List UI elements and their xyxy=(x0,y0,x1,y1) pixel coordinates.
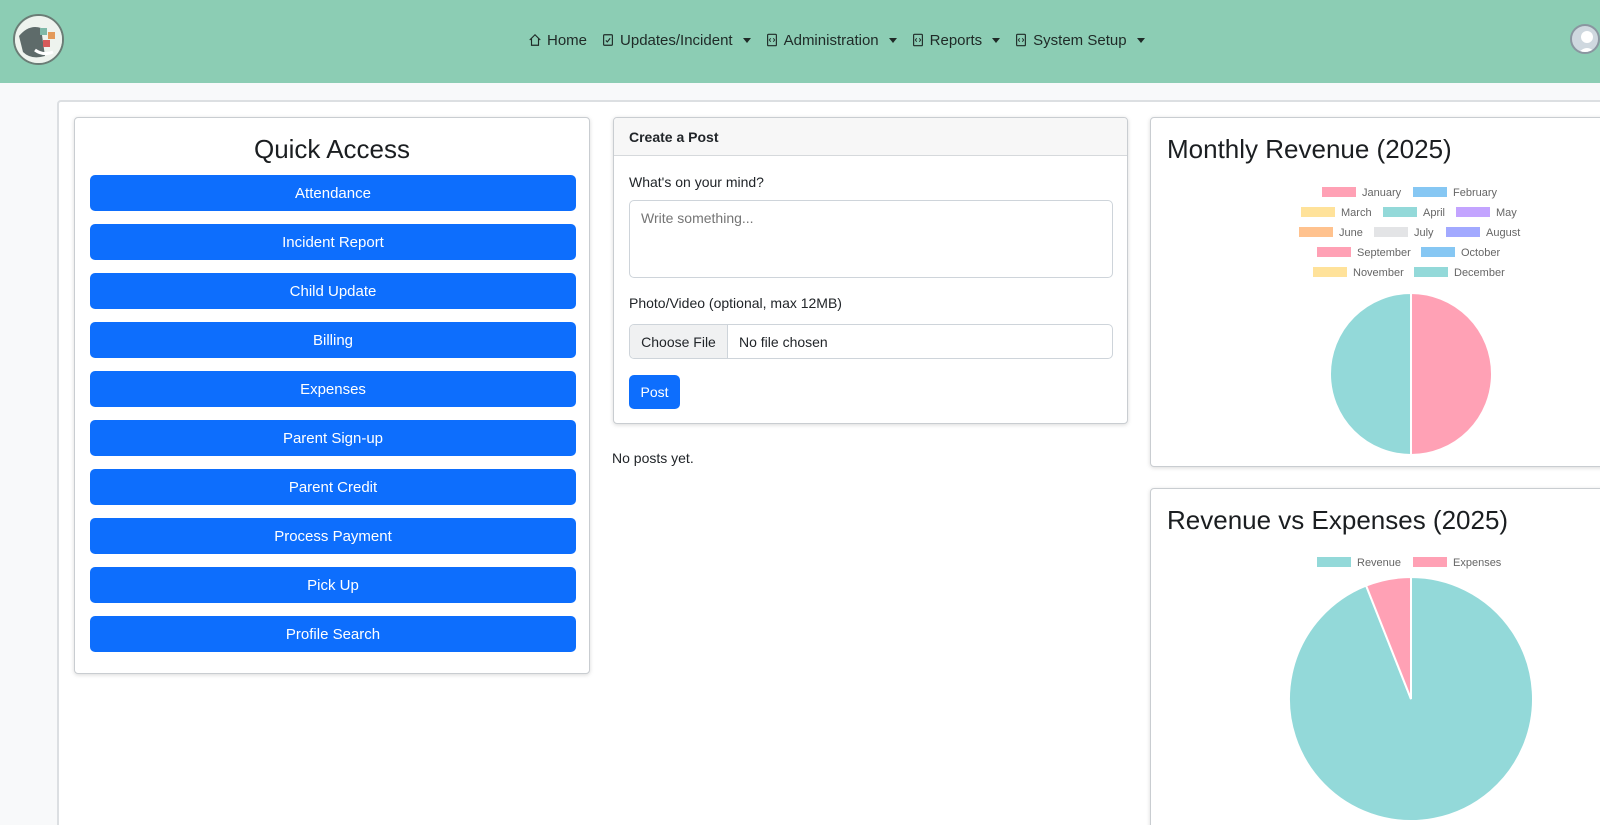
parent-signup-button[interactable]: Parent Sign-up xyxy=(90,420,576,456)
logo[interactable] xyxy=(13,14,64,65)
legend-label-june: June xyxy=(1339,227,1363,239)
attendance-button[interactable]: Attendance xyxy=(90,175,576,211)
chevron-down-icon xyxy=(888,37,897,43)
legend-swatch-december[interactable] xyxy=(1414,267,1448,277)
create-post-header: Create a Post xyxy=(614,118,1127,156)
media-label: Photo/Video (optional, max 12MB) xyxy=(629,295,842,311)
parent-credit-button[interactable]: Parent Credit xyxy=(90,469,576,505)
pie-slice-january[interactable] xyxy=(1410,291,1493,457)
legend-swatch-october[interactable] xyxy=(1421,247,1455,257)
file-input[interactable]: Choose File No file chosen xyxy=(629,324,1113,359)
legend-swatch-april[interactable] xyxy=(1383,207,1417,217)
code-file-icon xyxy=(1016,33,1027,47)
post-submit-button[interactable]: Post xyxy=(629,375,680,409)
legend-swatch-august[interactable] xyxy=(1446,227,1480,237)
nav-updates-incident[interactable]: Updates/Incident xyxy=(601,32,751,49)
legend-label-september: September xyxy=(1357,247,1411,259)
billing-button[interactable]: Billing xyxy=(90,322,576,358)
legend-swatch-january[interactable] xyxy=(1322,187,1356,197)
user-icon xyxy=(1579,31,1595,52)
profile-search-button[interactable]: Profile Search xyxy=(90,616,576,652)
legend-swatch-expenses[interactable] xyxy=(1413,557,1447,567)
code-file-icon xyxy=(912,33,923,47)
home-icon xyxy=(529,33,541,46)
revenue-vs-expenses-card: Revenue vs Expenses (2025) Revenue Expens… xyxy=(1150,488,1600,825)
legend-swatch-july[interactable] xyxy=(1374,227,1408,237)
quick-access-title: Quick Access xyxy=(253,134,411,164)
nav-reports-label: Reports xyxy=(929,31,983,49)
nav-updates-incident-label: Updates/Incident xyxy=(620,31,733,49)
incident-report-button[interactable]: Incident Report xyxy=(90,224,576,260)
logo-image xyxy=(15,16,62,63)
child-update-button[interactable]: Child Update xyxy=(90,273,576,309)
legend-label-january: January xyxy=(1362,187,1402,199)
monthly-revenue-pie-chart: January February March April May June July Augu… xyxy=(1299,187,1520,457)
chevron-down-icon xyxy=(1136,37,1145,43)
expenses-button[interactable]: Expenses xyxy=(90,371,576,407)
chevron-down-icon xyxy=(992,37,1001,43)
monthly-revenue-card: Monthly Revenue (2025) January February Ma… xyxy=(1150,117,1600,467)
legend-swatch-february[interactable] xyxy=(1413,187,1447,197)
main-menu: Home Updates/Incident Administration Rep… xyxy=(528,28,1145,52)
clipboard-icon xyxy=(603,34,613,46)
no-posts-message: No posts yet. xyxy=(612,450,694,466)
choose-file-button[interactable]: Choose File xyxy=(630,325,728,358)
nav-home[interactable]: Home xyxy=(528,32,587,49)
pie-slice-april[interactable] xyxy=(1329,291,1412,457)
revenue-vs-expenses-pie-chart: Revenue Expenses xyxy=(1288,557,1534,822)
nav-administration[interactable]: Administration xyxy=(765,32,897,49)
post-textarea[interactable] xyxy=(629,200,1113,278)
nav-system-setup-label: System Setup xyxy=(1033,31,1127,49)
pick-up-button[interactable]: Pick Up xyxy=(90,567,576,603)
legend-label-august: August xyxy=(1486,227,1520,239)
legend-swatch-november[interactable] xyxy=(1313,267,1347,277)
create-post-card: Create a Post What's on your mind? Photo… xyxy=(613,117,1128,424)
code-file-icon xyxy=(766,33,777,47)
nav-system-setup[interactable]: System Setup xyxy=(1014,31,1145,49)
legend-label-march: March xyxy=(1341,207,1372,219)
legend-label-october: October xyxy=(1461,247,1500,259)
legend-swatch-may[interactable] xyxy=(1456,207,1490,217)
legend-swatch-revenue[interactable] xyxy=(1317,557,1351,567)
nav-home-label: Home xyxy=(547,31,588,49)
legend-label-revenue: Revenue xyxy=(1357,557,1401,569)
legend-label-expenses: Expenses xyxy=(1453,557,1502,569)
chevron-down-icon xyxy=(742,37,751,43)
post-prompt-label: What's on your mind? xyxy=(629,174,764,190)
legend-label-april: April xyxy=(1423,207,1445,219)
legend-label-december: December xyxy=(1454,267,1505,279)
legend-label-november: November xyxy=(1353,267,1404,279)
process-payment-button[interactable]: Process Payment xyxy=(90,518,576,554)
legend-swatch-june[interactable] xyxy=(1299,227,1333,237)
legend-swatch-march[interactable] xyxy=(1301,207,1335,217)
nav-reports[interactable]: Reports xyxy=(911,32,1001,49)
top-navbar: Home Updates/Incident Administration Rep… xyxy=(0,0,1600,83)
user-avatar[interactable] xyxy=(1570,24,1600,54)
legend-label-july: July xyxy=(1414,227,1434,239)
legend-label-may: May xyxy=(1496,207,1517,219)
nav-administration-label: Administration xyxy=(783,31,879,49)
file-status-text: No file chosen xyxy=(739,333,828,350)
legend-swatch-september[interactable] xyxy=(1317,247,1351,257)
quick-access-card: Quick Access Attendance Incident Report … xyxy=(74,117,590,674)
legend-label-february: February xyxy=(1453,187,1498,199)
